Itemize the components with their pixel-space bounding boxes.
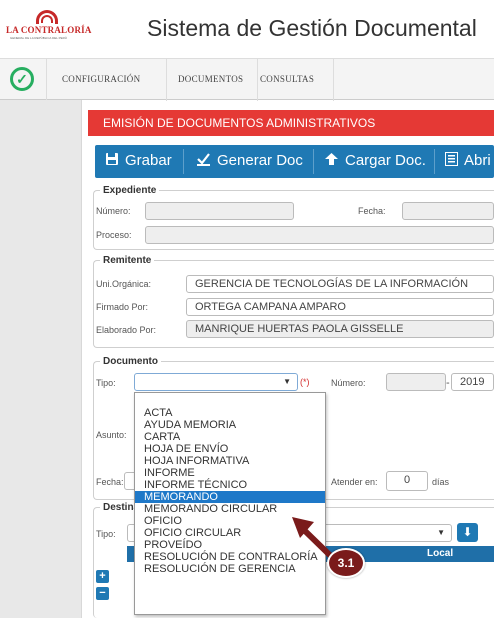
atender-en-field[interactable]: 0 xyxy=(386,471,428,491)
year-dash: - xyxy=(446,377,450,389)
chevron-down-icon: ▼ xyxy=(437,528,445,537)
tipo-option[interactable]: HOJA INFORMATIVA xyxy=(135,455,325,467)
nav-item-documentos[interactable]: DOCUMENTOS xyxy=(178,74,243,84)
app-header: LA CONTRALORÍA GENERAL DE LA REPÚBLICA D… xyxy=(0,0,494,58)
tipo-label: Tipo: xyxy=(96,378,116,388)
atender-en-label: Atender en: xyxy=(331,477,378,487)
check-circle-icon[interactable]: ✓ xyxy=(10,67,34,91)
list-document-icon xyxy=(445,152,458,169)
remitente-legend: Remitente xyxy=(103,255,152,266)
asunto-label: Asunto: xyxy=(96,430,127,440)
save-icon xyxy=(105,152,119,169)
elaborado-por-field: MANRIQUE HUERTAS PAOLA GISSELLE xyxy=(186,320,494,338)
tipo-option[interactable]: AYUDA MEMORIA xyxy=(135,419,325,431)
logo-subtitle: GENERAL DE LA REPÚBLICA DEL PERÚ xyxy=(10,36,67,40)
grabar-label: Grabar xyxy=(125,152,172,169)
uni-organica-label: Uni.Orgánica: xyxy=(96,279,152,289)
destinatario-tipo-label: Tipo: xyxy=(96,529,116,539)
app-title: Sistema de Gestión Documental xyxy=(147,15,477,41)
generar-doc-label: Generar Doc xyxy=(217,152,303,169)
column-header-local: Local xyxy=(427,548,454,559)
tipo-option[interactable]: CARTA xyxy=(135,431,325,443)
nav-divider xyxy=(166,59,167,101)
plus-icon: + xyxy=(99,570,106,582)
expediente-proceso-field[interactable] xyxy=(145,226,494,244)
toolbar-divider xyxy=(313,149,314,174)
toolbar-divider xyxy=(434,149,435,174)
upload-icon xyxy=(324,152,339,169)
tipo-option[interactable]: INFORME TÉCNICO xyxy=(135,479,325,491)
expediente-numero-field[interactable] xyxy=(145,202,294,220)
expediente-fecha-label: Fecha: xyxy=(358,206,386,216)
step-badge: 3.1 xyxy=(327,548,365,578)
documento-numero-label: Número: xyxy=(331,378,366,388)
cargar-doc-button[interactable]: Cargar Doc. xyxy=(324,152,426,169)
panel-title: EMISIÓN DE DOCUMENTOS ADMINISTRATIVOS xyxy=(88,110,494,136)
download-icon: ⬇ xyxy=(462,525,473,539)
edit-check-icon xyxy=(196,152,211,169)
dias-label: días xyxy=(432,477,450,487)
nav-divider xyxy=(257,59,258,101)
documento-fecha-label: Fecha: xyxy=(96,477,124,487)
firmado-por-field[interactable]: ORTEGA CAMPANA AMPARO xyxy=(186,298,494,316)
grabar-button[interactable]: Grabar xyxy=(105,152,172,169)
documento-year-field[interactable]: 2019 xyxy=(451,373,494,391)
uni-organica-field[interactable]: GERENCIA DE TECNOLOGÍAS DE LA INFORMACIÓ… xyxy=(186,275,494,293)
main-navbar: ✓ CONFIGURACIÓN DOCUMENTOS CONSULTAS xyxy=(0,58,494,101)
logo-inner-arc-icon xyxy=(41,15,53,23)
contraloria-logo[interactable]: LA CONTRALORÍA GENERAL DE LA REPÚBLICA D… xyxy=(6,10,106,50)
documento-numero-field[interactable] xyxy=(386,373,446,391)
download-button[interactable]: ⬇ xyxy=(457,523,478,542)
abrir-button[interactable]: Abri xyxy=(445,152,491,169)
toolbar-divider xyxy=(183,149,184,174)
minus-icon: − xyxy=(99,587,106,599)
action-toolbar: Grabar Generar Doc Cargar Doc. Abri xyxy=(95,145,494,178)
generar-doc-button[interactable]: Generar Doc xyxy=(196,152,303,169)
left-sidebar xyxy=(0,100,82,618)
nav-divider xyxy=(46,59,47,101)
nav-item-configuracion[interactable]: CONFIGURACIÓN xyxy=(62,74,140,84)
expediente-numero-label: Número: xyxy=(96,206,131,216)
expediente-legend: Expediente xyxy=(103,185,157,196)
tipo-option[interactable]: INFORME xyxy=(135,467,325,479)
tipo-option[interactable]: HOJA DE ENVÍO xyxy=(135,443,325,455)
documento-legend: Documento xyxy=(103,356,158,367)
tipo-option[interactable]: ACTA xyxy=(135,407,325,419)
cargar-doc-label: Cargar Doc. xyxy=(345,152,426,169)
required-mark: (*) xyxy=(300,377,310,387)
add-row-button[interactable]: + xyxy=(96,570,109,583)
tipo-select[interactable]: ▼ xyxy=(134,373,298,391)
expediente-fecha-field[interactable] xyxy=(402,202,494,220)
nav-divider xyxy=(333,59,334,101)
remove-row-button[interactable]: − xyxy=(96,587,109,600)
nav-item-consultas[interactable]: CONSULTAS xyxy=(260,74,314,84)
chevron-down-icon: ▼ xyxy=(283,377,291,386)
abrir-label: Abri xyxy=(464,152,491,169)
firmado-por-label: Firmado Por: xyxy=(96,302,149,312)
expediente-proceso-label: Proceso: xyxy=(96,230,132,240)
logo-name: LA CONTRALORÍA xyxy=(6,25,92,35)
elaborado-por-label: Elaborado Por: xyxy=(96,325,157,335)
